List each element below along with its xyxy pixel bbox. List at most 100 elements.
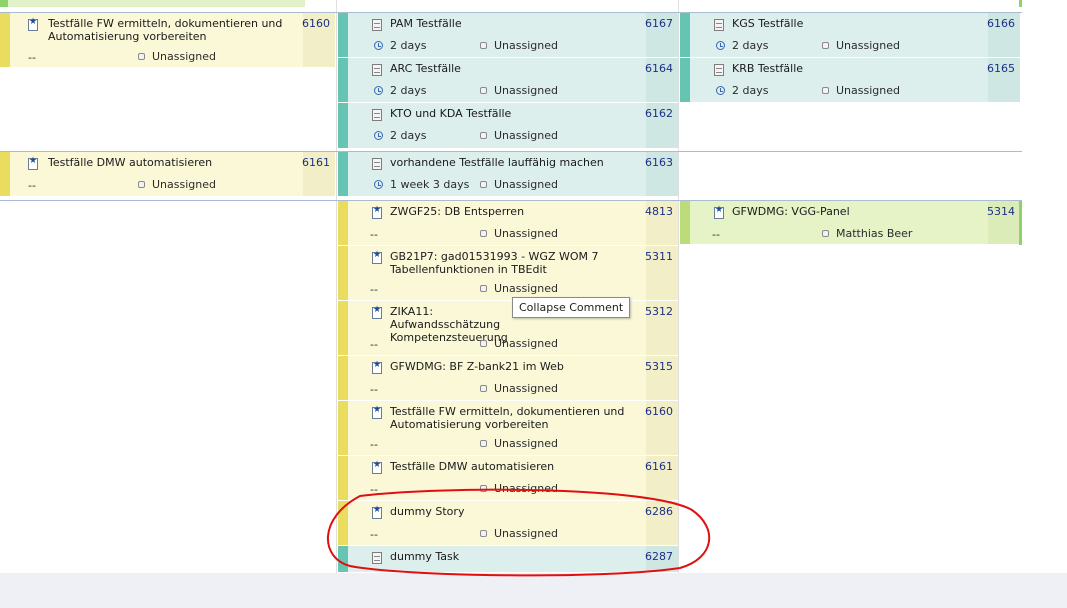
previous-card-fragment [0, 0, 305, 7]
task-card[interactable]: KRB Testfälle 6165 2 days Unassigned [680, 58, 1020, 103]
card-id[interactable]: 4813 [645, 205, 673, 218]
card-id[interactable]: 6165 [987, 62, 1015, 75]
card-title[interactable]: Testfälle DMW automatisieren [390, 460, 554, 473]
story-card[interactable]: Testfälle DMW automatisieren 6161 -- Una… [0, 152, 335, 197]
task-card[interactable]: PAM Testfälle 6167 2 days Unassigned [338, 13, 678, 58]
card-assignee[interactable]: Unassigned [494, 178, 558, 191]
card-title[interactable]: vorhandene Testfälle lauffähig machen [390, 156, 604, 169]
tooltip: Collapse Comment [512, 297, 631, 318]
story-icon [372, 250, 382, 264]
card-edge-fragment [1019, 0, 1022, 7]
card-title[interactable]: GB21P7: gad01531993 - WGZ WOM 7 Tabellen… [390, 250, 630, 276]
card-assignee[interactable]: Unassigned [494, 84, 558, 97]
card-id[interactable]: 5315 [645, 360, 673, 373]
card-color-bar [338, 201, 348, 245]
card-color-bar [680, 13, 690, 57]
card-assignee[interactable]: Unassigned [152, 50, 216, 63]
card-color-bar [338, 301, 348, 355]
card-id[interactable]: 6163 [645, 156, 673, 169]
story-card[interactable]: Testfälle FW ermitteln, dokumentieren un… [0, 13, 335, 68]
card-assignee[interactable]: Unassigned [494, 227, 558, 240]
task-card[interactable]: KGS Testfälle 6166 2 days Unassigned [680, 13, 1020, 58]
card-title[interactable]: KGS Testfälle [732, 17, 803, 30]
assignee-icon [822, 230, 829, 237]
card-title[interactable]: PAM Testfälle [390, 17, 462, 30]
card-id[interactable]: 6161 [302, 156, 330, 169]
story-card[interactable]: GFWDMG: BF Z-bank21 im Web 5315 -- Unass… [338, 356, 678, 401]
assignee-icon [822, 87, 829, 94]
card-id[interactable]: 6166 [987, 17, 1015, 30]
card-color-bar [0, 0, 8, 7]
assignee-icon [480, 42, 487, 49]
card-title[interactable]: GFWDMG: BF Z-bank21 im Web [390, 360, 564, 373]
clock-icon [716, 86, 725, 95]
card-assignee[interactable]: Unassigned [152, 178, 216, 191]
card-id[interactable]: 6160 [302, 17, 330, 30]
card-title[interactable]: Testfälle FW ermitteln, dokumentieren un… [48, 17, 298, 43]
clock-icon [374, 131, 383, 140]
card-color-bar [338, 58, 348, 102]
assignee-icon [480, 440, 487, 447]
card-id[interactable]: 5312 [645, 305, 673, 318]
card-title[interactable]: KTO und KDA Testfälle [390, 107, 511, 120]
clock-icon [374, 180, 383, 189]
card-estimate: 2 days [390, 39, 427, 52]
card-assignee[interactable]: Unassigned [494, 382, 558, 395]
card-title[interactable]: GFWDMG: VGG-Panel [732, 205, 850, 218]
card-title[interactable]: Testfälle FW ermitteln, dokumentieren un… [390, 405, 640, 431]
story-card[interactable]: ZWGF25: DB Entsperren 4813 -- Unassigned [338, 201, 678, 246]
task-card[interactable]: ARC Testfälle 6164 2 days Unassigned [338, 58, 678, 103]
card-estimate: -- [370, 228, 378, 241]
card-title[interactable]: ARC Testfälle [390, 62, 461, 75]
story-card[interactable]: GB21P7: gad01531993 - WGZ WOM 7 Tabellen… [338, 246, 678, 301]
card-id[interactable]: 6161 [645, 460, 673, 473]
task-card[interactable]: vorhandene Testfälle lauffähig machen 61… [338, 152, 678, 197]
story-card[interactable]: GFWDMG: VGG-Panel 5314 -- Matthias Beer [680, 201, 1020, 245]
task-icon [372, 19, 382, 31]
card-estimate: -- [28, 51, 36, 64]
assignee-icon [822, 42, 829, 49]
red-highlight-annotation [326, 488, 711, 577]
card-estimate: -- [370, 383, 378, 396]
card-color-bar [338, 401, 348, 455]
card-color-bar [680, 58, 690, 102]
card-assignee[interactable]: Matthias Beer [836, 227, 912, 240]
card-id[interactable]: 5314 [987, 205, 1015, 218]
card-estimate: -- [712, 228, 720, 241]
card-id[interactable]: 5311 [645, 250, 673, 263]
assignee-icon [480, 87, 487, 94]
task-icon [372, 158, 382, 170]
card-assignee[interactable]: Unassigned [836, 39, 900, 52]
card-assignee[interactable]: Unassigned [836, 84, 900, 97]
card-assignee[interactable]: Unassigned [494, 39, 558, 52]
card-assignee[interactable]: Unassigned [494, 337, 558, 350]
task-card[interactable]: KTO und KDA Testfälle 6162 2 days Unassi… [338, 103, 678, 149]
card-id[interactable]: 6160 [645, 405, 673, 418]
assignee-icon [480, 132, 487, 139]
card-title[interactable]: ZWGF25: DB Entsperren [390, 205, 524, 218]
assignee-icon [480, 340, 487, 347]
task-icon [372, 64, 382, 76]
card-color-bar [338, 246, 348, 300]
card-estimate: -- [28, 179, 36, 192]
card-title[interactable]: KRB Testfälle [732, 62, 803, 75]
clock-icon [374, 86, 383, 95]
card-id[interactable]: 6162 [645, 107, 673, 120]
board-right-margin [1022, 0, 1067, 573]
story-card[interactable]: Testfälle FW ermitteln, dokumentieren un… [338, 401, 678, 456]
card-assignee[interactable]: Unassigned [494, 129, 558, 142]
card-title[interactable]: Testfälle DMW automatisieren [48, 156, 298, 169]
assignee-icon [480, 285, 487, 292]
clock-icon [374, 41, 383, 50]
card-assignee[interactable]: Unassigned [494, 282, 558, 295]
task-icon [372, 109, 382, 121]
card-color-bar [338, 13, 348, 57]
card-id[interactable]: 6164 [645, 62, 673, 75]
card-assignee[interactable]: Unassigned [494, 437, 558, 450]
card-estimate: -- [370, 283, 378, 296]
story-icon [372, 360, 382, 374]
card-id[interactable]: 6167 [645, 17, 673, 30]
task-icon [714, 64, 724, 76]
assignee-icon [480, 181, 487, 188]
card-color-bar [0, 152, 10, 196]
